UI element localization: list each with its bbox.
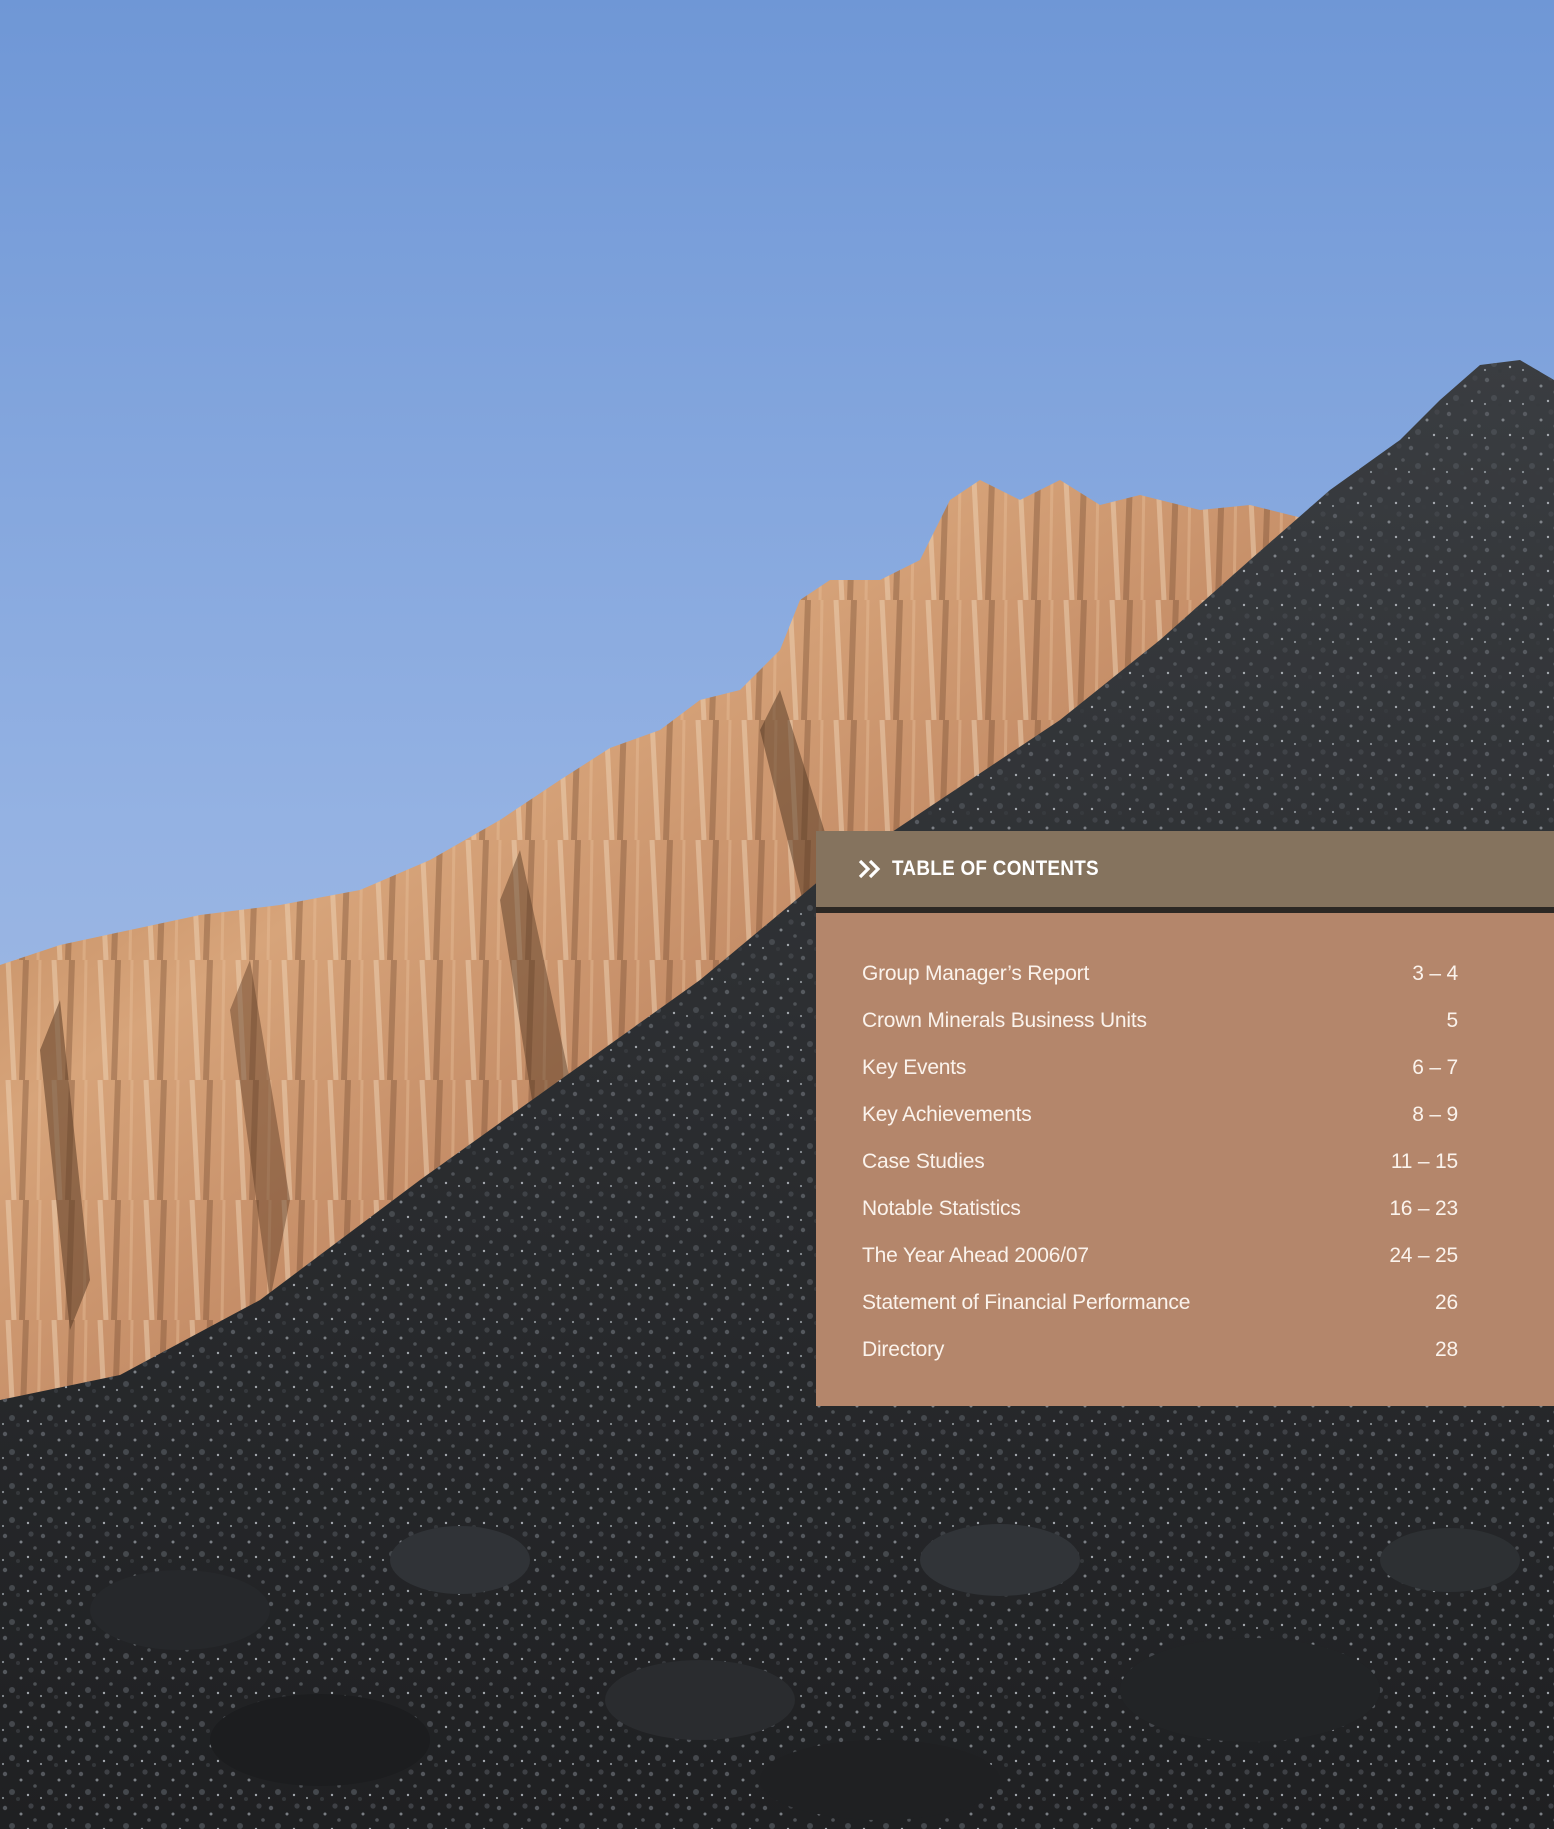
toc-entry-key-achievements[interactable]: Key Achievements 8 – 9 (862, 1093, 1458, 1140)
double-chevron-right-icon (858, 859, 881, 879)
toc-entry-pages: 16 – 23 (1389, 1197, 1458, 1220)
toc-entry-financial-performance[interactable]: Statement of Financial Performance 26 (862, 1281, 1458, 1328)
toc-panel: Group Manager’s Report 3 – 4 Crown Miner… (816, 913, 1554, 1406)
toc-entry-year-ahead[interactable]: The Year Ahead 2006/07 24 – 25 (862, 1234, 1458, 1281)
toc-entry-label: Crown Minerals Business Units (862, 1009, 1147, 1032)
toc-entry-pages: 5 (1446, 1009, 1459, 1032)
toc-entry-label: Notable Statistics (862, 1197, 1021, 1220)
toc-entry-directory[interactable]: Directory 28 (862, 1328, 1458, 1375)
toc-entry-key-events[interactable]: Key Events 6 – 7 (862, 1046, 1458, 1093)
toc-entry-label: Directory (862, 1338, 945, 1361)
toc-heading: TABLE OF CONTENTS (892, 857, 1099, 880)
toc-entry-pages: 24 – 25 (1389, 1244, 1458, 1267)
toc-entry-pages: 3 – 4 (1412, 962, 1458, 985)
toc-entry-pages: 28 (1435, 1338, 1458, 1361)
toc-entry-label: The Year Ahead 2006/07 (862, 1244, 1089, 1267)
toc-header-band: TABLE OF CONTENTS (816, 831, 1554, 907)
toc-entry-label: Group Manager’s Report (862, 962, 1090, 985)
toc-entry-pages: 8 – 9 (1412, 1103, 1458, 1126)
toc-entry-group-managers-report[interactable]: Group Manager’s Report 3 – 4 (862, 952, 1458, 999)
toc-entry-label: Key Events (862, 1056, 967, 1079)
toc-entry-notable-statistics[interactable]: Notable Statistics 16 – 23 (862, 1187, 1458, 1234)
toc-entry-label: Key Achievements (862, 1103, 1032, 1126)
toc-list: Group Manager’s Report 3 – 4 Crown Miner… (816, 952, 1554, 1375)
toc-entry-pages: 11 – 15 (1390, 1150, 1458, 1173)
toc-entry-pages: 6 – 7 (1412, 1056, 1458, 1079)
report-page: TABLE OF CONTENTS Group Manager’s Report… (0, 0, 1554, 1829)
toc-entry-label: Statement of Financial Performance (862, 1291, 1191, 1314)
toc-entry-label: Case Studies (862, 1150, 985, 1173)
toc-entry-pages: 26 (1435, 1291, 1458, 1314)
toc-entry-case-studies[interactable]: Case Studies 11 – 15 (862, 1140, 1458, 1187)
toc-entry-business-units[interactable]: Crown Minerals Business Units 5 (862, 999, 1458, 1046)
